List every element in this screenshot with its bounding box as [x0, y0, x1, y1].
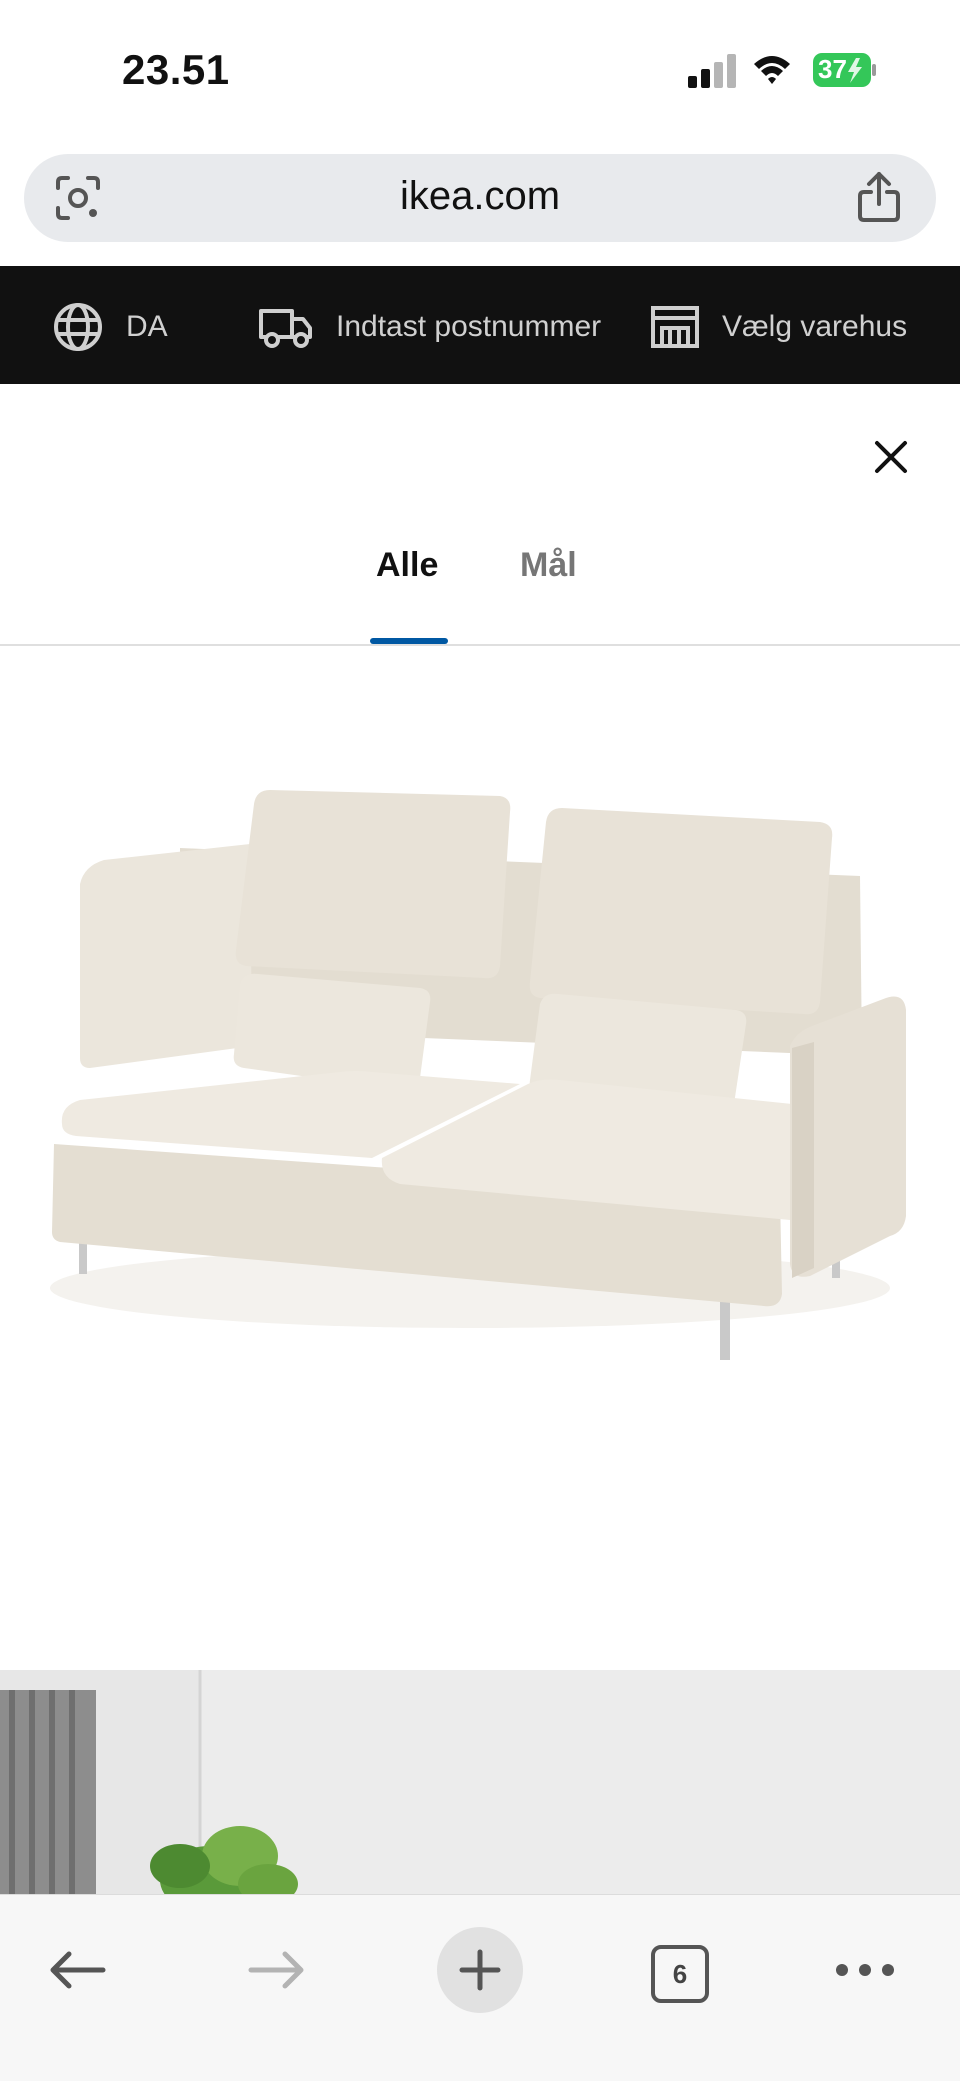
- forward-button[interactable]: [232, 1925, 322, 2015]
- sofa-illustration: [50, 790, 906, 1360]
- postcode-selector[interactable]: Indtast postnummer: [258, 302, 601, 352]
- image-gallery-sheet: Alle Mål: [0, 384, 960, 1894]
- tab-maal[interactable]: Mål: [520, 546, 577, 585]
- back-arrow-icon: [50, 1951, 106, 1989]
- wifi-icon: [754, 56, 790, 84]
- status-time: 23.51: [122, 46, 230, 93]
- close-button[interactable]: [860, 426, 922, 488]
- battery-percentage: 37: [818, 54, 847, 84]
- store-selector[interactable]: Vælg varehus: [650, 302, 907, 352]
- tab-switcher-button[interactable]: 6: [651, 1945, 709, 2003]
- close-icon: [875, 441, 907, 473]
- more-dots-icon: [836, 1964, 894, 1976]
- more-menu-button[interactable]: [820, 1925, 910, 2015]
- product-image-sofa[interactable]: [0, 648, 960, 1670]
- postcode-label: Indtast postnummer: [336, 310, 602, 343]
- store-icon: [651, 306, 699, 348]
- screen: 23.51 37 ikea.com DA Indtast postnummer …: [0, 0, 960, 2081]
- gallery-tabs: Alle Mål: [0, 540, 960, 646]
- product-image-room[interactable]: [0, 1670, 960, 1894]
- browser-bottom-bar: 6: [0, 1894, 960, 2081]
- cellular-signal-icon: [688, 54, 736, 88]
- site-top-strip: DA Indtast postnummer Vælg varehus: [0, 266, 960, 384]
- store-label: Vælg varehus: [722, 310, 908, 343]
- url-text[interactable]: ikea.com: [24, 174, 936, 219]
- tab-alle[interactable]: Alle: [376, 546, 438, 585]
- share-icon[interactable]: [856, 170, 902, 224]
- status-bar: 23.51 37: [0, 0, 960, 140]
- battery-indicator: 37: [812, 52, 878, 88]
- room-scene-illustration: [0, 1670, 960, 1894]
- tab-count-label: 6: [672, 1958, 688, 1989]
- language-label: DA: [126, 310, 168, 343]
- back-button[interactable]: [32, 1925, 122, 2015]
- plus-icon: [459, 1949, 501, 1991]
- forward-arrow-icon: [248, 1951, 304, 1989]
- active-tab-indicator: [370, 638, 448, 644]
- language-selector[interactable]: DA: [52, 302, 168, 352]
- new-tab-button[interactable]: [437, 1927, 523, 2013]
- delivery-truck-icon: [259, 309, 312, 348]
- address-bar[interactable]: ikea.com: [24, 154, 936, 242]
- globe-icon: [54, 303, 102, 351]
